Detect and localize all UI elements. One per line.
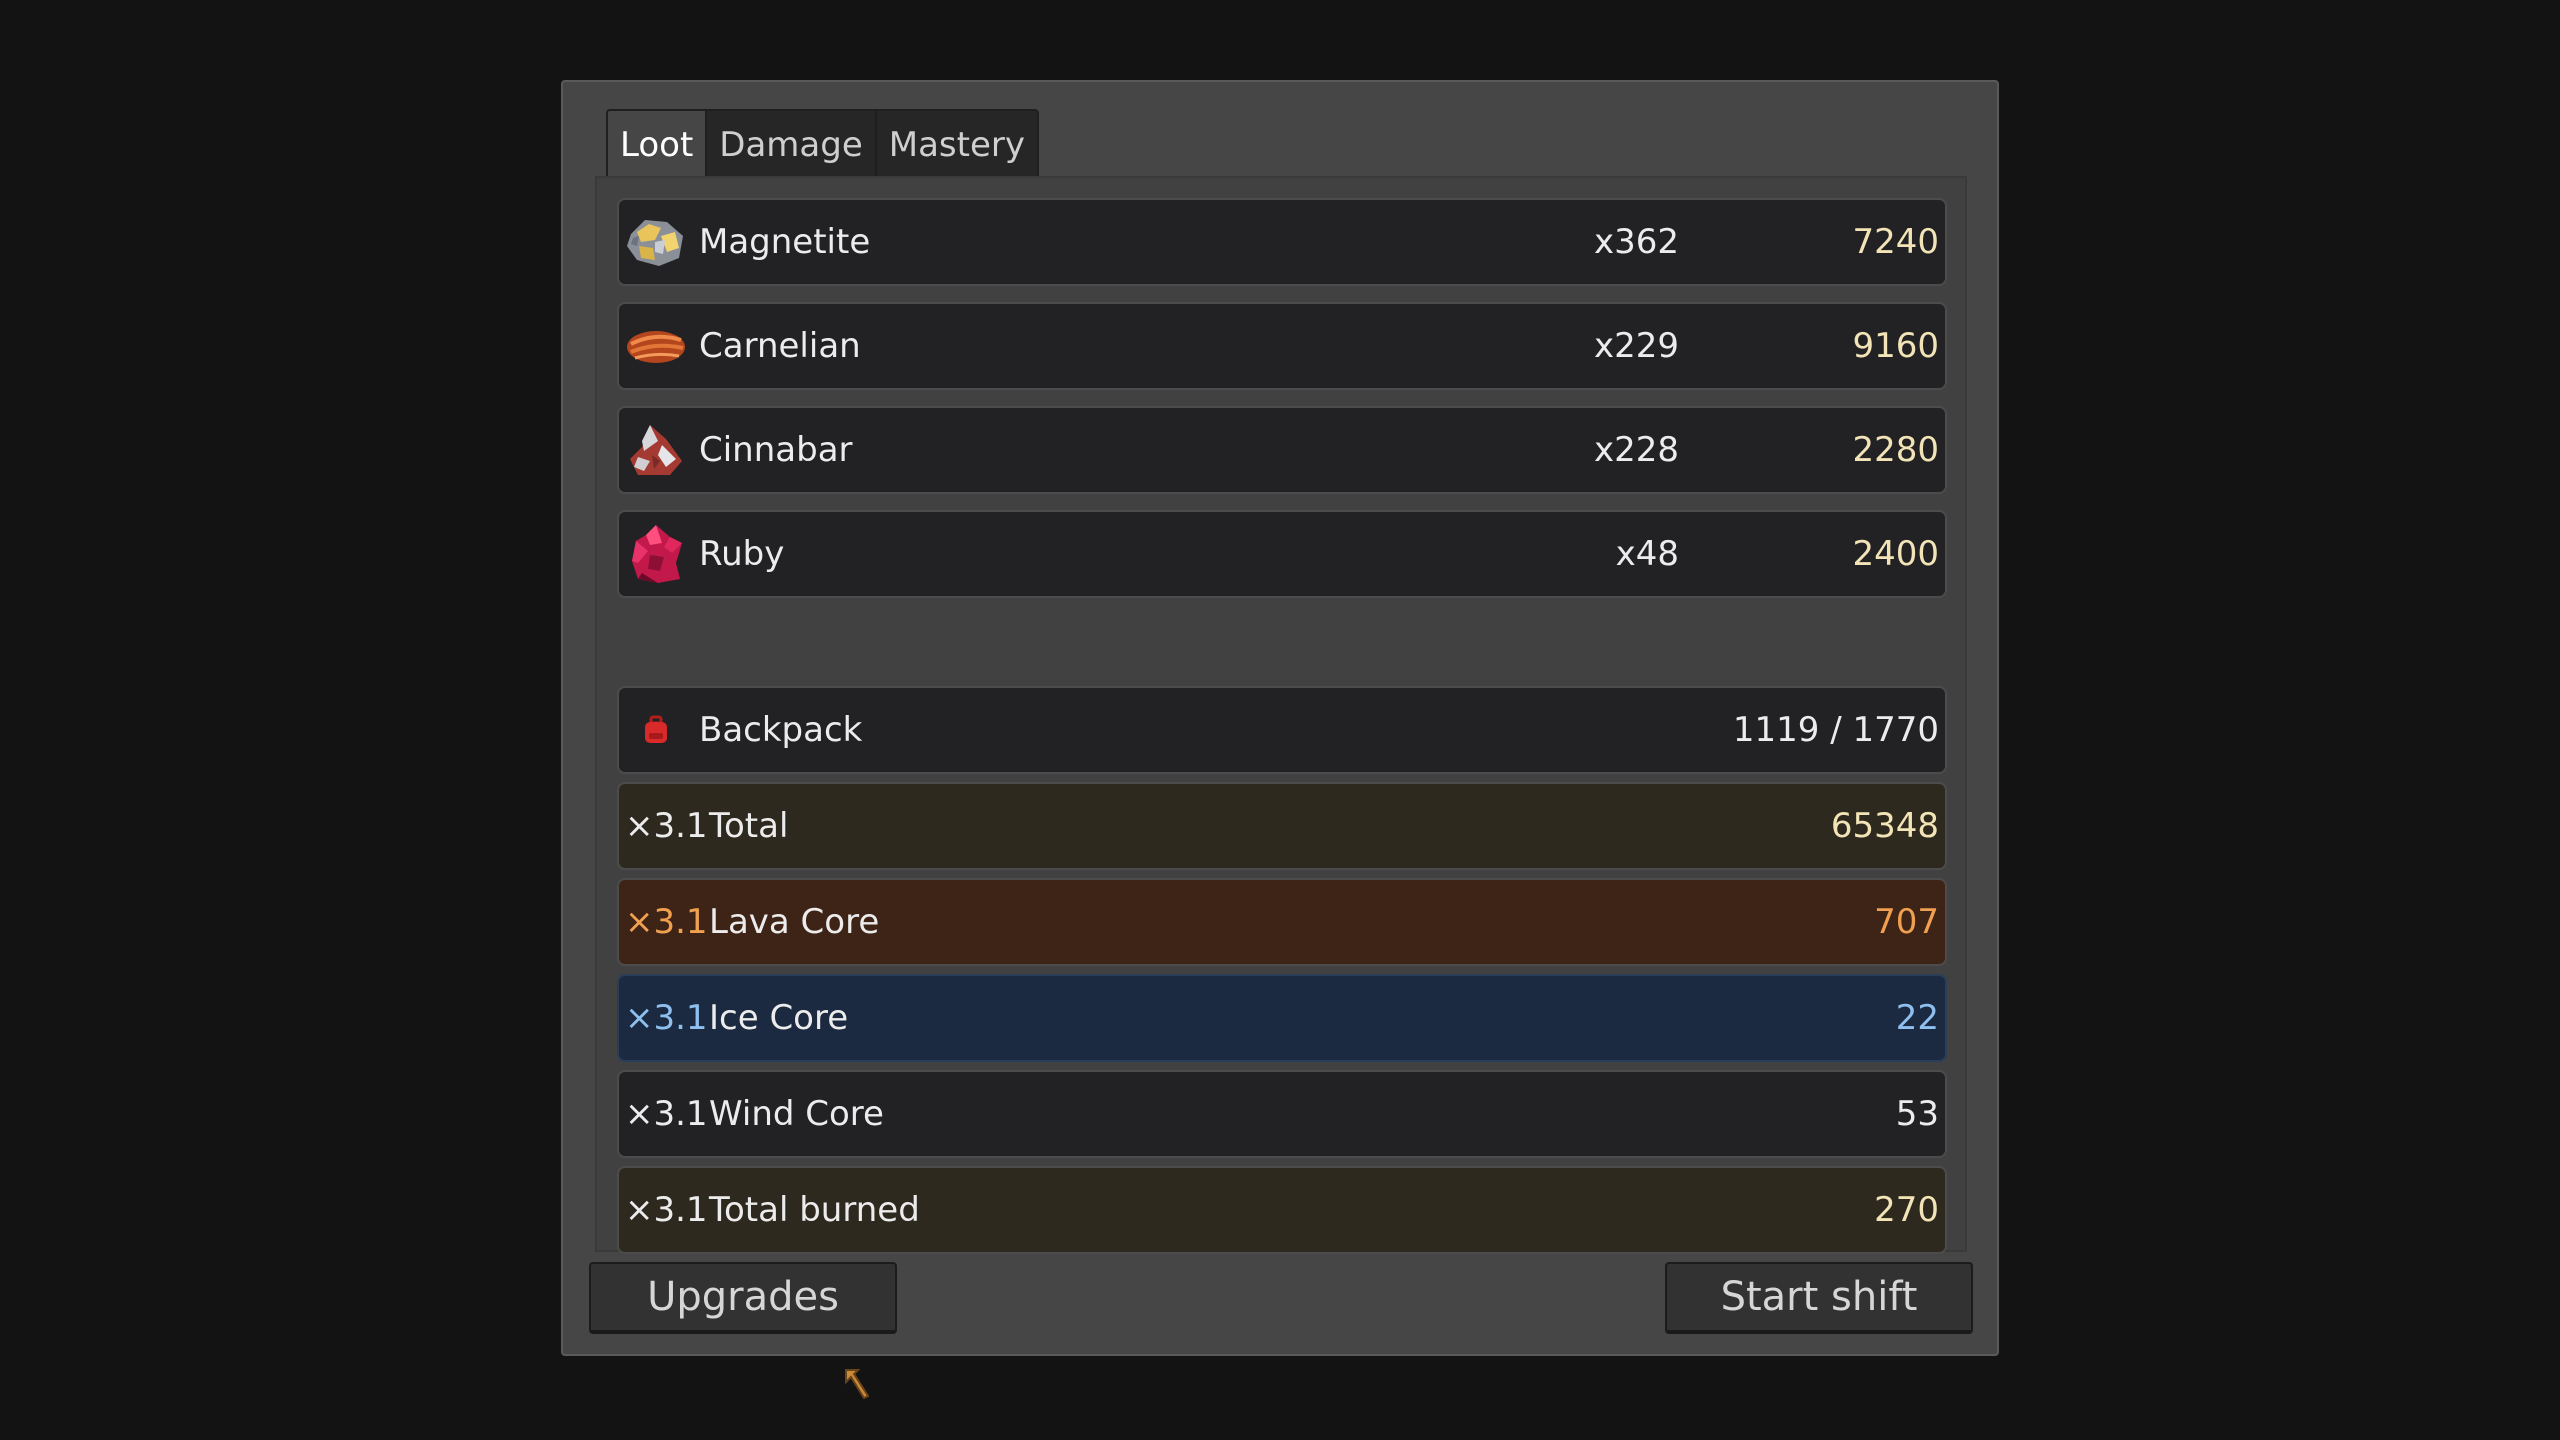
item-name: Carnelian	[699, 326, 861, 366]
multiplier: ×3.1	[625, 902, 708, 942]
list-item: Cinnabar x228 2280	[617, 406, 1947, 494]
cinnabar-ore-icon	[625, 419, 687, 481]
wind-core-label: Wind Core	[709, 1094, 884, 1134]
tab-loot[interactable]: Loot	[608, 111, 708, 179]
total-label: Total	[709, 806, 789, 846]
total-burned-value: 270	[1874, 1190, 1939, 1230]
multiplier: ×3.1	[625, 1190, 708, 1230]
item-count: x362	[1593, 222, 1679, 262]
lava-core-label: Lava Core	[709, 902, 880, 942]
multiplier: ×3.1	[625, 998, 708, 1038]
ruby-gem-icon	[625, 523, 687, 585]
tab-bar: Loot Damage Mastery	[606, 109, 1039, 181]
carnelian-ore-icon	[625, 315, 687, 377]
ice-core-value: 22	[1895, 998, 1939, 1038]
upgrades-button[interactable]: Upgrades	[589, 1262, 897, 1334]
wind-core-value: 53	[1895, 1094, 1939, 1134]
wind-core-row: ×3.1 Wind Core 53	[617, 1070, 1947, 1158]
list-item: Magnetite x362 7240	[617, 198, 1947, 286]
item-value: 2280	[1852, 430, 1939, 470]
item-name: Cinnabar	[699, 430, 853, 470]
item-count: x48	[1615, 534, 1679, 574]
backpack-label: Backpack	[699, 710, 863, 750]
item-value: 7240	[1852, 222, 1939, 262]
item-value: 2400	[1852, 534, 1939, 574]
lava-core-row: ×3.1 Lava Core 707	[617, 878, 1947, 966]
tab-mastery[interactable]: Mastery	[876, 111, 1037, 179]
total-burned-row: ×3.1 Total burned 270	[617, 1166, 1947, 1254]
item-count: x229	[1593, 326, 1679, 366]
item-count: x228	[1593, 430, 1679, 470]
backpack-capacity: 1119 / 1770	[1732, 710, 1939, 750]
loot-panel: Loot Damage Mastery Magnetite x362 7240	[561, 80, 1999, 1356]
multiplier: ×3.1	[625, 1094, 708, 1134]
item-value: 9160	[1852, 326, 1939, 366]
total-row: ×3.1 Total 65348	[617, 782, 1947, 870]
backpack-row: Backpack 1119 / 1770	[617, 686, 1947, 774]
backpack-icon	[625, 699, 687, 761]
pickaxe-cursor-icon	[842, 1366, 872, 1400]
item-name: Ruby	[699, 534, 785, 574]
item-name: Magnetite	[699, 222, 871, 262]
magnetite-ore-icon	[625, 211, 687, 273]
tab-damage[interactable]: Damage	[707, 111, 877, 179]
ice-core-label: Ice Core	[709, 998, 849, 1038]
loot-list: Magnetite x362 7240 Carnelian x229 9160	[595, 176, 1967, 1254]
total-value: 65348	[1830, 806, 1939, 846]
start-shift-button[interactable]: Start shift	[1665, 1262, 1973, 1334]
total-burned-label: Total burned	[709, 1190, 920, 1230]
lava-core-value: 707	[1874, 902, 1939, 942]
multiplier: ×3.1	[625, 806, 708, 846]
ice-core-row: ×3.1 Ice Core 22	[617, 974, 1947, 1062]
list-item: Carnelian x229 9160	[617, 302, 1947, 390]
list-item: Ruby x48 2400	[617, 510, 1947, 598]
